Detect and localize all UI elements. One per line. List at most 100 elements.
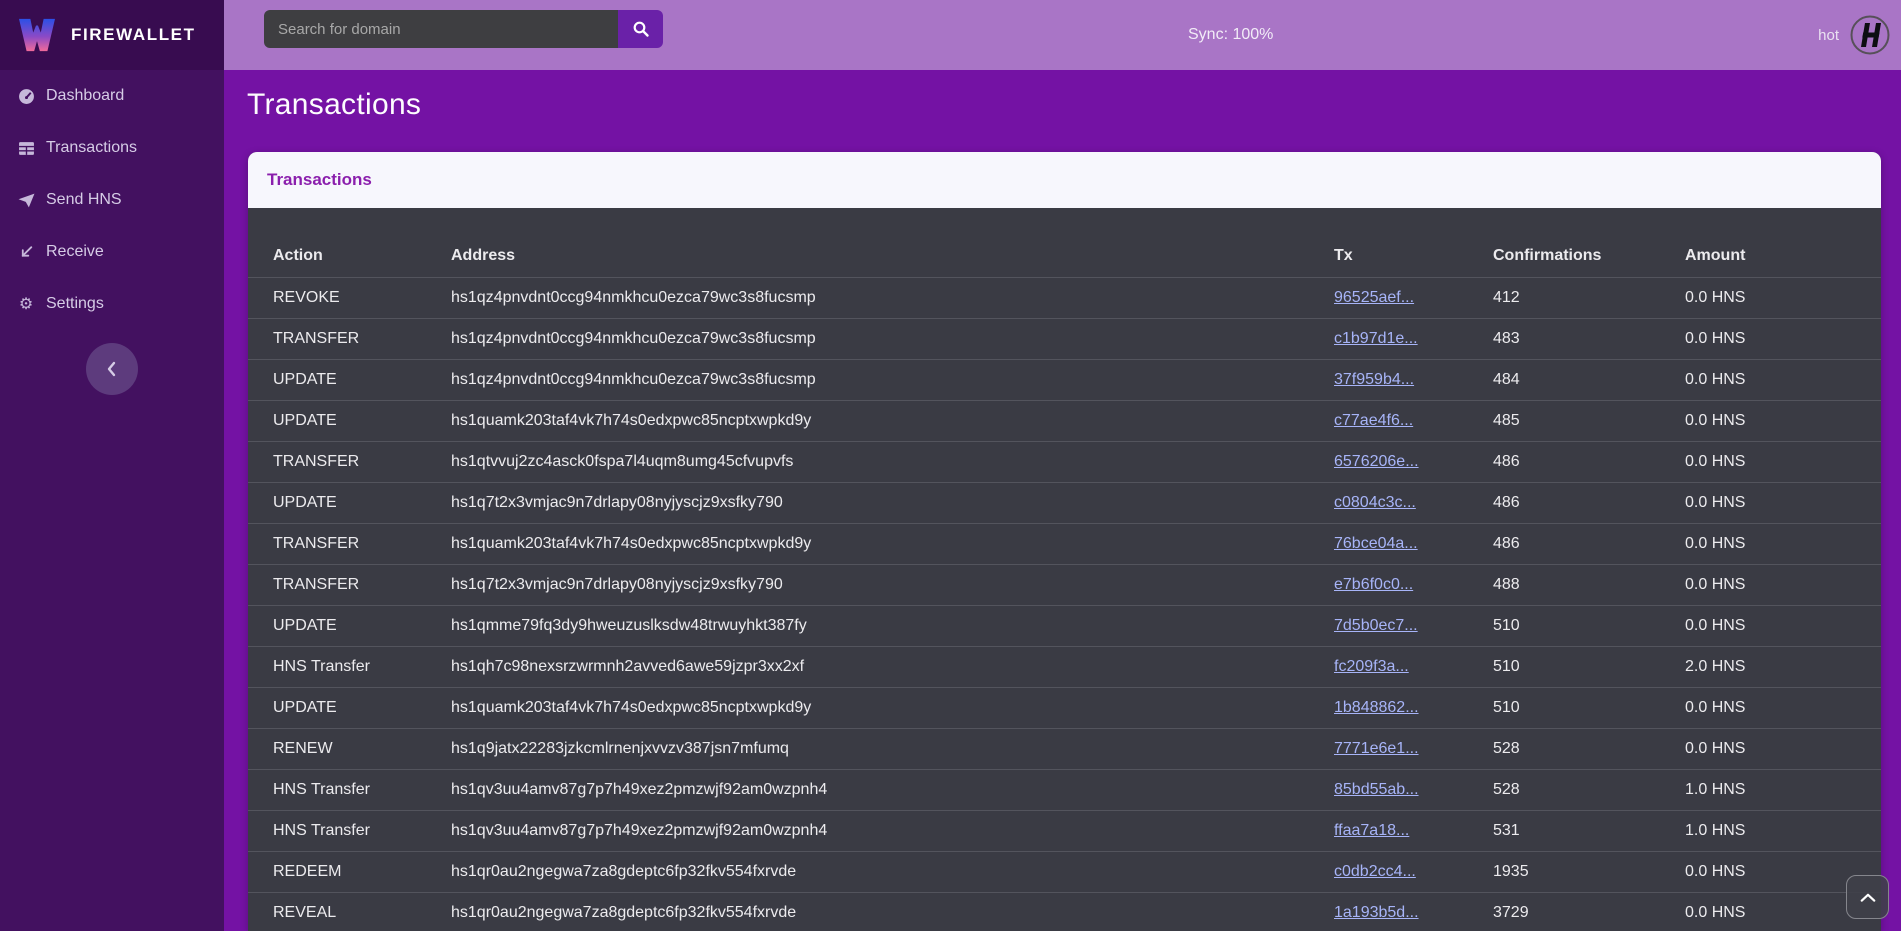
amount-cell: 0.0 HNS xyxy=(1685,564,1881,605)
tx-link[interactable]: 96525aef... xyxy=(1334,289,1414,306)
confirmations-cell: 510 xyxy=(1493,605,1685,646)
sidebar-item-send-hns[interactable]: Send HNS xyxy=(0,174,224,226)
sidebar: FIREWALLET Dashboard Transactions Send H… xyxy=(0,0,224,931)
tx-cell: ffaa7a18... xyxy=(1334,810,1493,851)
tx-link[interactable]: ffaa7a18... xyxy=(1334,822,1409,839)
confirmations-cell: 412 xyxy=(1493,277,1685,318)
confirmations-cell: 528 xyxy=(1493,728,1685,769)
topbar: Sync: 100% hot xyxy=(224,0,1901,70)
table-row: REVEALhs1qr0au2ngegwa7za8gdeptc6fp32fkv5… xyxy=(248,892,1881,931)
tx-link[interactable]: 1a193b5d... xyxy=(1334,904,1419,921)
tx-cell: c0804c3c... xyxy=(1334,482,1493,523)
sidebar-item-settings[interactable]: ⚙ Settings xyxy=(0,278,224,330)
action-cell: HNS Transfer xyxy=(248,810,451,851)
confirmations-cell: 486 xyxy=(1493,441,1685,482)
tx-link[interactable]: 76bce04a... xyxy=(1334,535,1418,552)
action-cell: UPDATE xyxy=(248,400,451,441)
column-header-confirmations: Confirmations xyxy=(1493,235,1685,277)
transactions-table-wrap: Action Address Tx Confirmations Amount R… xyxy=(248,208,1881,931)
tx-link[interactable]: e7b6f0c0... xyxy=(1334,576,1413,593)
amount-cell: 0.0 HNS xyxy=(1685,400,1881,441)
brand[interactable]: FIREWALLET xyxy=(0,0,224,70)
scroll-to-top-button[interactable] xyxy=(1846,875,1889,919)
confirmations-cell: 3729 xyxy=(1493,892,1685,931)
tx-link[interactable]: 6576206e... xyxy=(1334,453,1419,470)
column-header-address: Address xyxy=(451,235,1334,277)
confirmations-cell: 486 xyxy=(1493,482,1685,523)
tx-cell: c0db2cc4... xyxy=(1334,851,1493,892)
sidebar-collapse-button[interactable] xyxy=(86,343,138,395)
sidebar-item-label: Settings xyxy=(46,295,104,313)
wallet-menu[interactable]: hot xyxy=(1818,0,1890,70)
address-cell: hs1quamk203taf4vk7h74s0edxpwc85ncptxwpkd… xyxy=(451,523,1334,564)
domain-search xyxy=(264,10,663,48)
tx-link[interactable]: c0db2cc4... xyxy=(1334,863,1416,880)
address-cell: hs1qmme79fq3dy9hweuzuslksdw48trwuyhkt387… xyxy=(451,605,1334,646)
action-cell: UPDATE xyxy=(248,687,451,728)
tx-link[interactable]: 37f959b4... xyxy=(1334,371,1414,388)
tx-link[interactable]: 1b848862... xyxy=(1334,699,1419,716)
wallet-name: hot xyxy=(1818,27,1839,44)
search-input[interactable] xyxy=(264,10,618,48)
tx-cell: 6576206e... xyxy=(1334,441,1493,482)
chevron-up-icon xyxy=(1859,892,1877,903)
transactions-icon xyxy=(17,139,35,157)
table-row: UPDATEhs1q7t2x3vmjac9n7drlapy08nyjyscjz9… xyxy=(248,482,1881,523)
address-cell: hs1qz4pnvdnt0ccg94nmkhcu0ezca79wc3s8fucs… xyxy=(451,277,1334,318)
sidebar-item-transactions[interactable]: Transactions xyxy=(0,122,224,174)
search-icon xyxy=(632,20,650,38)
tx-cell: 37f959b4... xyxy=(1334,359,1493,400)
table-row: UPDATEhs1quamk203taf4vk7h74s0edxpwc85ncp… xyxy=(248,400,1881,441)
transactions-table: Action Address Tx Confirmations Amount R… xyxy=(248,235,1881,931)
confirmations-cell: 483 xyxy=(1493,318,1685,359)
tx-link[interactable]: c1b97d1e... xyxy=(1334,330,1418,347)
confirmations-cell: 510 xyxy=(1493,687,1685,728)
column-header-action: Action xyxy=(248,235,451,277)
tx-link[interactable]: 7771e6e1... xyxy=(1334,740,1419,757)
receive-icon xyxy=(17,243,35,261)
address-cell: hs1qz4pnvdnt0ccg94nmkhcu0ezca79wc3s8fucs… xyxy=(451,318,1334,359)
confirmations-cell: 486 xyxy=(1493,523,1685,564)
tx-cell: 76bce04a... xyxy=(1334,523,1493,564)
amount-cell: 2.0 HNS xyxy=(1685,646,1881,687)
action-cell: TRANSFER xyxy=(248,564,451,605)
tx-link[interactable]: 85bd55ab... xyxy=(1334,781,1419,798)
search-button[interactable] xyxy=(618,10,663,48)
sidebar-item-label: Send HNS xyxy=(46,191,122,209)
column-header-tx: Tx xyxy=(1334,235,1493,277)
sidebar-item-dashboard[interactable]: Dashboard xyxy=(0,70,224,122)
address-cell: hs1qr0au2ngegwa7za8gdeptc6fp32fkv554fxrv… xyxy=(451,892,1334,931)
table-row: HNS Transferhs1qv3uu4amv87g7p7h49xez2pmz… xyxy=(248,769,1881,810)
sidebar-item-label: Dashboard xyxy=(46,87,124,105)
tx-link[interactable]: 7d5b0ec7... xyxy=(1334,617,1418,634)
table-row: HNS Transferhs1qv3uu4amv87g7p7h49xez2pmz… xyxy=(248,810,1881,851)
handshake-logo-icon xyxy=(1850,15,1890,55)
sidebar-item-receive[interactable]: Receive xyxy=(0,226,224,278)
tx-cell: 85bd55ab... xyxy=(1334,769,1493,810)
address-cell: hs1qv3uu4amv87g7p7h49xez2pmzwjf92am0wzpn… xyxy=(451,810,1334,851)
panel-title: Transactions xyxy=(248,152,1881,208)
action-cell: TRANSFER xyxy=(248,441,451,482)
action-cell: UPDATE xyxy=(248,482,451,523)
confirmations-cell: 485 xyxy=(1493,400,1685,441)
table-row: TRANSFERhs1q7t2x3vmjac9n7drlapy08nyjyscj… xyxy=(248,564,1881,605)
tx-link[interactable]: c77ae4f6... xyxy=(1334,412,1413,429)
action-cell: TRANSFER xyxy=(248,318,451,359)
tx-link[interactable]: c0804c3c... xyxy=(1334,494,1416,511)
confirmations-cell: 1935 xyxy=(1493,851,1685,892)
amount-cell: 1.0 HNS xyxy=(1685,769,1881,810)
sidebar-nav: Dashboard Transactions Send HNS Receive … xyxy=(0,70,224,330)
confirmations-cell: 484 xyxy=(1493,359,1685,400)
send-icon xyxy=(17,191,35,209)
address-cell: hs1quamk203taf4vk7h74s0edxpwc85ncptxwpkd… xyxy=(451,687,1334,728)
table-header-row: Action Address Tx Confirmations Amount xyxy=(248,235,1881,277)
address-cell: hs1qz4pnvdnt0ccg94nmkhcu0ezca79wc3s8fucs… xyxy=(451,359,1334,400)
action-cell: UPDATE xyxy=(248,605,451,646)
amount-cell: 0.0 HNS xyxy=(1685,482,1881,523)
column-header-amount: Amount xyxy=(1685,235,1881,277)
table-row: TRANSFERhs1qtvvuj2zc4asck0fspa7l4uqm8umg… xyxy=(248,441,1881,482)
tx-link[interactable]: fc209f3a... xyxy=(1334,658,1409,675)
sidebar-item-label: Receive xyxy=(46,243,104,261)
table-row: TRANSFERhs1qz4pnvdnt0ccg94nmkhcu0ezca79w… xyxy=(248,318,1881,359)
table-row: UPDATEhs1quamk203taf4vk7h74s0edxpwc85ncp… xyxy=(248,687,1881,728)
